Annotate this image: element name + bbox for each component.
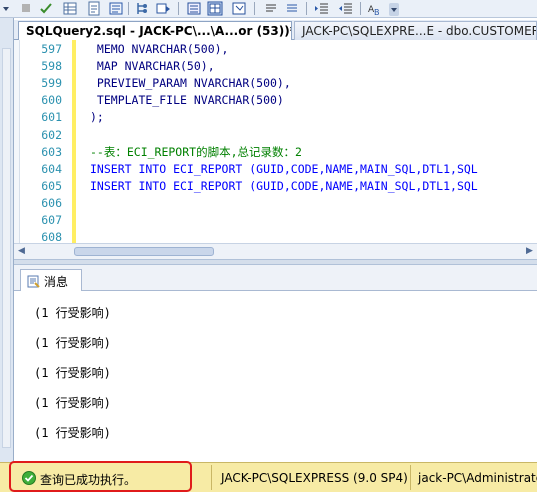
editor-margin <box>14 40 20 243</box>
line-number: 608 <box>41 230 62 243</box>
parse-icon[interactable] <box>108 1 124 16</box>
results-file-icon[interactable] <box>231 1 247 16</box>
sql-editor[interactable]: 597 MEMO NVARCHAR(500), 598 MAP NVARCHAR(… <box>14 40 537 243</box>
dropdown-arrow-icon[interactable] <box>0 1 16 16</box>
code-text: INSERT INTO ECI_REPORT (GUID,CODE,NAME,M… <box>90 178 478 193</box>
document-tabs: SQLQuery2.sql - JACK-PC\...\A...or (53))… <box>14 20 537 40</box>
line-number: 601 <box>41 110 62 125</box>
display-plan-icon[interactable] <box>134 1 150 16</box>
message-line: (1 行受影响) <box>34 396 111 410</box>
outdent-icon[interactable] <box>338 1 354 16</box>
line-number: 603 <box>41 144 62 159</box>
message-line: (1 行受影响) <box>34 336 111 350</box>
line-number: 599 <box>41 76 62 91</box>
specify-values-icon[interactable]: AB <box>367 1 383 16</box>
comment-icon[interactable] <box>263 1 279 16</box>
object-explorer-edge <box>0 18 14 468</box>
toolbar-overflow-icon[interactable] <box>389 3 399 16</box>
svg-text:B: B <box>374 8 380 16</box>
indent-icon[interactable] <box>314 1 330 16</box>
tab-sqlquery2[interactable]: SQLQuery2.sql - JACK-PC\...\A...or (53))… <box>18 21 292 40</box>
scroll-right-icon[interactable]: ▶ <box>524 246 535 257</box>
line-number: 600 <box>41 93 62 108</box>
messages-icon <box>27 275 40 291</box>
code-text: MAP NVARCHAR(50), <box>90 59 215 74</box>
object-explorer-scrollbar[interactable] <box>2 48 11 448</box>
status-server: JACK-PC\SQLEXPRESS (9.0 SP4) <box>221 471 408 485</box>
tab-messages-label: 消息 <box>44 275 69 289</box>
line-number: 606 <box>41 195 62 210</box>
scroll-left-icon[interactable]: ◀ <box>16 246 27 257</box>
code-text: INSERT INTO ECI_REPORT (GUID,CODE,NAME,M… <box>90 161 478 176</box>
uncomment-icon[interactable] <box>284 1 300 16</box>
tab-messages[interactable]: 消息 <box>20 269 82 291</box>
message-line: (1 行受影响) <box>34 306 111 320</box>
code-text: PREVIEW_PARAM NVARCHAR(500), <box>90 76 291 91</box>
code-text: MEMO NVARCHAR(500), <box>90 42 229 56</box>
results-text-icon[interactable] <box>186 1 202 16</box>
change-tracking-bar <box>72 40 76 243</box>
stop-icon[interactable] <box>18 1 34 16</box>
code-text: ); <box>90 110 104 125</box>
status-highlight-box <box>9 461 192 492</box>
messages-pane[interactable]: (1 行受影响) (1 行受影响) (1 行受影响) (1 行受影响) (1 行… <box>14 291 537 449</box>
results-file-icon[interactable] <box>86 1 102 16</box>
message-line: (1 行受影响) <box>34 426 111 440</box>
code-text: TEMPLATE_FILE NVARCHAR(500) <box>90 93 284 108</box>
check-icon[interactable] <box>38 1 54 16</box>
message-line: (1 行受影响) <box>34 366 111 380</box>
results-tabs: 消息 <box>14 265 537 291</box>
line-number: 602 <box>41 127 62 142</box>
tab-customer-table[interactable]: JACK-PC\SQLEXPRE...E - dbo.CUSTOMER <box>294 21 537 40</box>
status-user: jack-PC\Administrator <box>418 471 537 485</box>
line-number: 605 <box>41 178 62 193</box>
query-toolbar: AB <box>0 0 537 18</box>
line-number: 607 <box>41 213 62 227</box>
code-text: --表：ECI_REPORT的脚本,总记录数：2 <box>90 144 302 159</box>
line-number: 597 <box>41 42 62 56</box>
results-grid-icon[interactable] <box>207 1 223 16</box>
line-number: 598 <box>41 59 62 74</box>
scrollbar-thumb[interactable] <box>74 247 214 256</box>
editor-horizontal-scrollbar[interactable]: ◀ ▶ <box>14 243 537 259</box>
line-number: 604 <box>41 161 62 176</box>
include-plan-icon[interactable] <box>155 1 171 16</box>
results-grid-icon[interactable] <box>62 1 78 16</box>
